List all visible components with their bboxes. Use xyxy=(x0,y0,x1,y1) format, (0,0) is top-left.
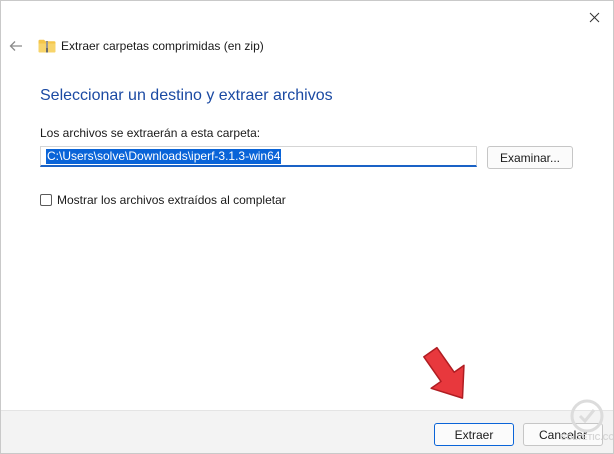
close-button[interactable] xyxy=(579,5,609,29)
destination-path-input[interactable]: C:\Users\solve\Downloads\iperf-3.1.3-win… xyxy=(40,146,477,167)
close-icon xyxy=(589,12,599,22)
watermark-text: SOLVETIC.COM xyxy=(561,433,613,442)
show-files-label: Mostrar los archivos extraídos al comple… xyxy=(57,193,286,207)
destination-path-value: C:\Users\solve\Downloads\iperf-3.1.3-win… xyxy=(46,149,282,164)
dialog-footer: Extraer Cancelar xyxy=(1,410,613,453)
window-title: Extraer carpetas comprimidas (en zip) xyxy=(61,39,264,53)
show-files-option[interactable]: Mostrar los archivos extraídos al comple… xyxy=(40,193,286,207)
extract-button[interactable]: Extraer xyxy=(434,423,514,446)
extract-dialog: Extraer carpetas comprimidas (en zip) Se… xyxy=(0,0,614,454)
back-button[interactable] xyxy=(7,37,25,55)
red-arrow-icon xyxy=(423,346,465,399)
dialog-heading: Seleccionar un destino y extraer archivo… xyxy=(40,87,333,104)
watermark-logo: SOLVETIC.COM xyxy=(561,399,613,453)
show-files-checkbox[interactable] xyxy=(40,194,52,206)
zip-folder-icon xyxy=(38,39,56,53)
browse-button[interactable]: Examinar... xyxy=(487,146,573,169)
destination-label: Los archivos se extraerán a esta carpeta… xyxy=(40,126,261,140)
watermark-icon xyxy=(570,399,604,433)
back-arrow-icon xyxy=(9,41,22,51)
